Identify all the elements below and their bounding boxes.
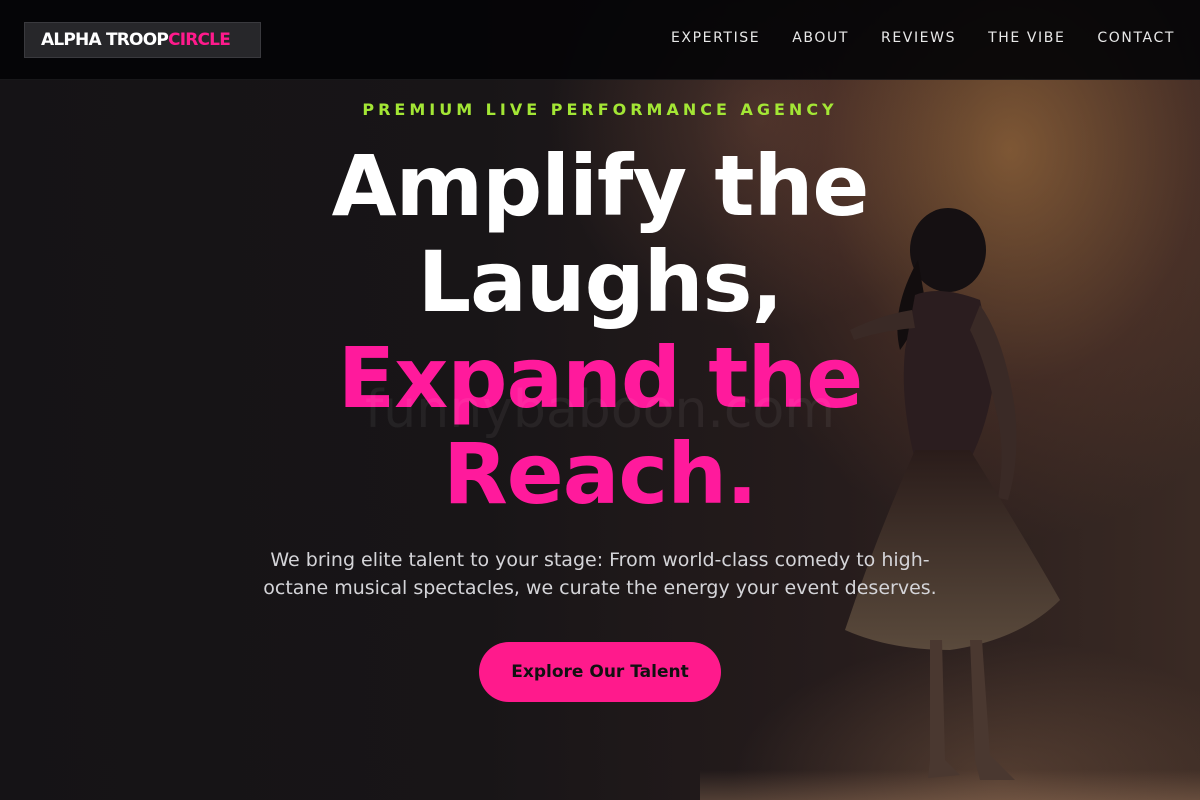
watermark-text: funnybaboon.com [364, 380, 835, 440]
nav-link-the-vibe[interactable]: THE VIBE [988, 30, 1065, 46]
headline-line-1: Amplify the [331, 137, 870, 235]
nav-link-contact[interactable]: CONTACT [1097, 30, 1175, 46]
nav-link-about[interactable]: ABOUT [792, 30, 849, 46]
main-nav: EXPERTISE ABOUT REVIEWS THE VIBE CONTACT [671, 30, 1175, 46]
explore-talent-button[interactable]: Explore Our Talent [479, 642, 721, 702]
hero-eyebrow: PREMIUM LIVE PERFORMANCE AGENCY [362, 100, 838, 119]
logo-text-accent: CIRCLE [168, 30, 231, 50]
nav-link-reviews[interactable]: REVIEWS [881, 30, 956, 46]
nav-link-expertise[interactable]: EXPERTISE [671, 30, 760, 46]
brand-logo[interactable]: ALPHA TROOP CIRCLE [24, 22, 261, 58]
logo-text-primary: ALPHA TROOP [41, 30, 169, 50]
hero-headline: Amplify the Laughs, Expand the Reach. [200, 138, 1000, 522]
headline-line-4: Reach. [443, 425, 758, 523]
hero-subtitle: We bring elite talent to your stage: Fro… [263, 549, 937, 599]
site-header: ALPHA TROOP CIRCLE EXPERTISE ABOUT REVIEW… [0, 0, 1200, 80]
headline-line-2: Laughs, [417, 233, 784, 331]
